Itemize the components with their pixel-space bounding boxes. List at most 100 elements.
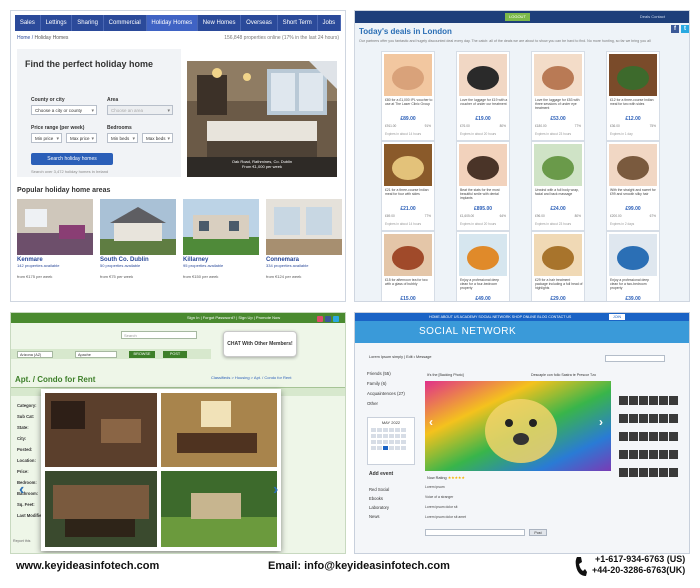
post-button[interactable]: POST <box>163 351 187 358</box>
deal-photo[interactable] <box>384 144 432 186</box>
next-photo-icon[interactable]: › <box>599 415 603 429</box>
nav-commercial[interactable]: Commercial <box>104 15 147 31</box>
post-comment-button[interactable]: Post <box>529 529 547 536</box>
photo-thumbnail[interactable] <box>619 414 628 423</box>
email-link[interactable]: Email: info@keyideasinfotech.com <box>268 560 450 572</box>
deal-photo[interactable] <box>609 54 657 96</box>
area-photo[interactable] <box>100 199 176 255</box>
nav-short-term[interactable]: Short Term <box>278 15 318 31</box>
nav-sales[interactable]: Sales <box>15 15 41 31</box>
area-card[interactable]: Connemara 334 properties available from … <box>266 199 342 279</box>
acquaintances-link[interactable]: Acquaintences (27) <box>367 391 429 401</box>
deal-card[interactable]: £29 for a hair treatment package includi… <box>531 231 585 301</box>
browse-button[interactable]: BROWSE <box>129 351 155 358</box>
group-item[interactable]: News <box>369 514 389 523</box>
calendar-widget[interactable]: MAY 2022 <box>367 417 415 465</box>
nav-lettings[interactable]: Lettings <box>41 15 73 31</box>
deal-photo[interactable] <box>609 234 657 276</box>
star-rating-icon[interactable]: ★★★★★ <box>448 476 465 480</box>
area-card[interactable]: South Co. Dublin 50 properties available… <box>100 199 176 279</box>
join-button[interactable]: JOIN <box>609 314 625 320</box>
photo-thumbnail[interactable] <box>619 468 628 477</box>
max-beds-select[interactable]: Max beds <box>142 133 173 144</box>
photo-thumbnail[interactable] <box>649 414 658 423</box>
photo-lightbox[interactable] <box>41 389 281 551</box>
phone-uk[interactable]: +44-20-3286-6763(UK) <box>592 565 685 576</box>
calendar-grid[interactable] <box>368 425 414 461</box>
deal-card[interactable]: Enjoy a professional deep clean for a fo… <box>456 231 510 301</box>
prev-arrow-icon[interactable]: ‹ <box>19 481 24 499</box>
photo-thumbnail[interactable] <box>619 432 628 441</box>
family-link[interactable]: Family (6) <box>367 381 429 391</box>
search-holiday-homes-button[interactable]: Search holiday homes <box>31 153 113 165</box>
website-link[interactable]: www.keyideasinfotech.com <box>16 560 159 572</box>
photo-thumbnail[interactable] <box>649 432 658 441</box>
listing-photos[interactable] <box>41 389 281 551</box>
deal-photo[interactable] <box>609 144 657 186</box>
chat-bubble[interactable]: CHAT With Other Members! <box>223 331 297 357</box>
photo-thumbnail[interactable] <box>669 414 678 423</box>
photo-thumbnail[interactable] <box>659 468 668 477</box>
deal-card[interactable]: £21 for a three-course Indian meal for f… <box>381 141 435 231</box>
search-input[interactable]: Search <box>121 331 197 339</box>
facebook-icon[interactable] <box>325 316 331 322</box>
photo-thumbnail[interactable] <box>629 396 638 405</box>
photo-thumbnail[interactable] <box>659 432 668 441</box>
deal-photo[interactable] <box>534 234 582 276</box>
photo-thumbnail[interactable] <box>649 450 658 459</box>
city-select[interactable]: Apache <box>75 351 117 358</box>
photo-thumbnail[interactable] <box>659 396 668 405</box>
photo-thumbnail[interactable] <box>629 432 638 441</box>
area-select[interactable]: Choose an area <box>107 105 173 116</box>
photo-thumbnail[interactable] <box>639 432 648 441</box>
area-photo[interactable] <box>183 199 259 255</box>
county-select[interactable]: Choose a city or county <box>31 105 97 116</box>
green-button[interactable]: LOGOUT <box>505 13 530 21</box>
photo-thumbnail[interactable] <box>669 468 678 477</box>
min-beds-select[interactable]: Min beds <box>107 133 138 144</box>
photo-thumbnail[interactable] <box>659 450 668 459</box>
prev-photo-icon[interactable]: ‹ <box>429 415 433 429</box>
photo-thumbnail[interactable] <box>629 414 638 423</box>
deal-card[interactable]: Enjoy a professional deep clean for a tw… <box>606 231 660 301</box>
area-card[interactable]: Kenmare 142 properties available from €1… <box>17 199 93 279</box>
pinterest-icon[interactable] <box>317 316 323 322</box>
account-links[interactable]: Sign In | Forgot Password? | Sign Up | P… <box>187 315 280 320</box>
photo-thumbnail[interactable] <box>619 396 628 405</box>
deal-photo[interactable] <box>384 54 432 96</box>
photo-thumbnail[interactable] <box>629 450 638 459</box>
group-item[interactable]: Ebooks <box>369 496 389 505</box>
twitter-icon[interactable] <box>333 316 339 322</box>
photo-thumbnail[interactable] <box>639 468 648 477</box>
deal-photo[interactable] <box>534 54 582 96</box>
photo-thumbnail[interactable] <box>639 450 648 459</box>
deal-card[interactable]: Love the luggage for £19 with a voucher … <box>456 51 510 141</box>
report-link[interactable]: Report this <box>13 539 30 543</box>
twitter-icon[interactable]: t <box>681 25 689 33</box>
top-links[interactable]: Deals Contact <box>640 14 665 19</box>
nav-links[interactable]: HOME ABOUT US ACADEMY SOCIAL NETWORK SHO… <box>429 315 571 319</box>
add-event-link[interactable]: Add event <box>369 471 393 477</box>
photo-thumbnail[interactable] <box>649 396 658 405</box>
deal-photo[interactable] <box>459 144 507 186</box>
min-price-select[interactable]: Min price <box>31 133 62 144</box>
comment-input[interactable] <box>425 529 525 536</box>
phone-us[interactable]: +1-617-934-6763 (US) <box>592 554 685 565</box>
user-line[interactable]: Lorem Ipsum simply | Edit • Message <box>369 355 431 359</box>
nav-jobs[interactable]: Jobs <box>318 15 342 31</box>
deal-card[interactable]: Beat the stats for the most beautiful sm… <box>456 141 510 231</box>
photo-thumbnail[interactable] <box>649 468 658 477</box>
photo-thumbnail[interactable] <box>659 414 668 423</box>
photo-thumbnail[interactable] <box>639 414 648 423</box>
group-item[interactable]: Red Social <box>369 487 389 496</box>
deal-photo[interactable] <box>534 144 582 186</box>
deal-card[interactable]: £80 for a £1,000 IPL voucher to use at T… <box>381 51 435 141</box>
other-link[interactable]: Other <box>367 401 429 411</box>
deal-card[interactable]: £15 for afternoon tea for two with a gla… <box>381 231 435 301</box>
area-card[interactable]: Killarney 95 properties available from €… <box>183 199 259 279</box>
group-item[interactable]: Laboratory <box>369 505 389 514</box>
state-select[interactable]: Arizona (AZ) <box>17 351 53 358</box>
friends-link[interactable]: Friends (55) <box>367 371 429 381</box>
deal-card[interactable]: With the straight and sweet for £99 and … <box>606 141 660 231</box>
area-photo[interactable] <box>17 199 93 255</box>
